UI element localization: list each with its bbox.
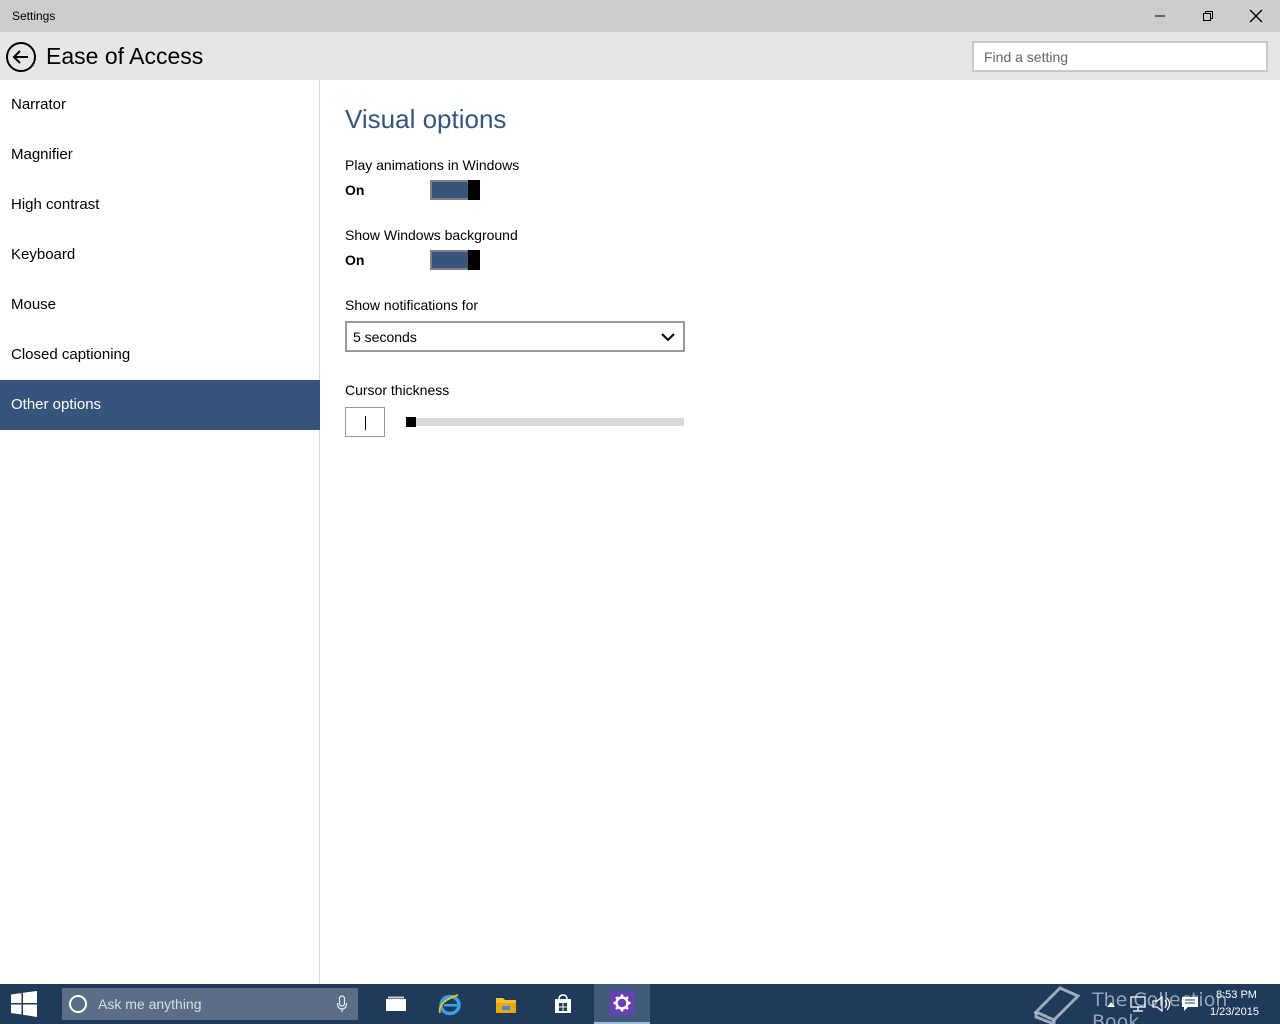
animations-state: On <box>345 182 365 198</box>
clock-time[interactable]: 8:53 PM <box>1216 989 1257 1001</box>
speaker-icon <box>1152 996 1171 1012</box>
microphone-icon[interactable] <box>336 995 348 1013</box>
restore-button[interactable] <box>1184 0 1232 32</box>
cortana-icon <box>69 995 87 1013</box>
animations-toggle[interactable] <box>430 180 480 200</box>
toggle-knob <box>468 250 480 270</box>
notifications-value: 5 seconds <box>353 329 417 345</box>
sidebar: Narrator Magnifier High contrast Keyboar… <box>0 80 320 984</box>
clock-date[interactable]: 1/23/2015 <box>1210 1006 1259 1018</box>
store-button[interactable] <box>535 984 591 1024</box>
notifications-label: Show notifications for <box>345 297 479 313</box>
minimize-button[interactable] <box>1136 0 1184 32</box>
cortana-placeholder: Ask me anything <box>98 996 202 1012</box>
cortana-search-box[interactable]: Ask me anything <box>62 988 358 1020</box>
slider-thumb[interactable] <box>406 417 416 427</box>
windows-logo-icon <box>11 991 37 1017</box>
sidebar-item-other-options[interactable]: Other options <box>0 380 320 430</box>
section-title: Visual options <box>345 104 507 134</box>
page-header: Ease of Access <box>0 32 1280 80</box>
file-explorer-button[interactable] <box>478 984 534 1024</box>
store-bag-icon <box>555 994 571 1013</box>
back-button[interactable] <box>5 41 37 73</box>
restore-icon <box>1203 11 1213 21</box>
network-icon <box>1130 996 1146 1012</box>
network-button[interactable] <box>1126 984 1150 1024</box>
back-arrow-icon <box>6 42 36 72</box>
sidebar-item-narrator[interactable]: Narrator <box>0 80 320 130</box>
internet-explorer-button[interactable] <box>422 984 478 1024</box>
sidebar-item-closed-captioning[interactable]: Closed captioning <box>0 330 320 380</box>
background-label: Show Windows background <box>345 227 518 243</box>
chevron-down-icon <box>661 333 675 342</box>
main-content: Visual options Play animations in Window… <box>321 80 1280 984</box>
cursor-thickness-label: Cursor thickness <box>345 382 450 398</box>
book-watermark-icon <box>1033 986 1081 1024</box>
chevron-up-icon <box>1107 1002 1115 1007</box>
close-icon <box>1249 9 1263 23</box>
task-view-icon <box>386 996 406 1011</box>
animations-label: Play animations in Windows <box>345 157 520 173</box>
sidebar-item-keyboard[interactable]: Keyboard <box>0 230 320 280</box>
settings-gear-icon <box>610 991 634 1015</box>
task-view-button[interactable] <box>368 984 424 1024</box>
taskbar: Ask me anything The Collection Book 8:53… <box>0 984 1280 1024</box>
page-title: Ease of Access <box>46 43 204 69</box>
action-center-button[interactable] <box>1178 984 1202 1024</box>
sidebar-item-high-contrast[interactable]: High contrast <box>0 180 320 230</box>
show-hidden-icons-button[interactable] <box>1102 984 1120 1024</box>
settings-app-button[interactable] <box>594 984 650 1024</box>
minimize-icon <box>1155 15 1165 17</box>
folder-icon <box>496 998 516 1013</box>
background-state: On <box>345 252 365 268</box>
background-toggle[interactable] <box>430 250 480 270</box>
app-title: Settings <box>12 9 56 23</box>
search-input[interactable] <box>972 41 1268 72</box>
internet-explorer-icon <box>438 994 461 1016</box>
cursor-thickness-slider[interactable] <box>406 417 684 427</box>
notifications-dropdown[interactable]: 5 seconds <box>345 321 685 352</box>
title-bar: Settings <box>0 0 1280 32</box>
volume-button[interactable] <box>1150 984 1174 1024</box>
text-cursor-icon <box>365 416 366 430</box>
toggle-knob <box>468 180 480 200</box>
cursor-preview <box>345 407 385 437</box>
sidebar-item-mouse[interactable]: Mouse <box>0 280 320 330</box>
close-button[interactable] <box>1232 0 1280 32</box>
sidebar-item-magnifier[interactable]: Magnifier <box>0 130 320 180</box>
start-button[interactable] <box>0 984 48 1024</box>
notifications-icon <box>1182 997 1198 1011</box>
